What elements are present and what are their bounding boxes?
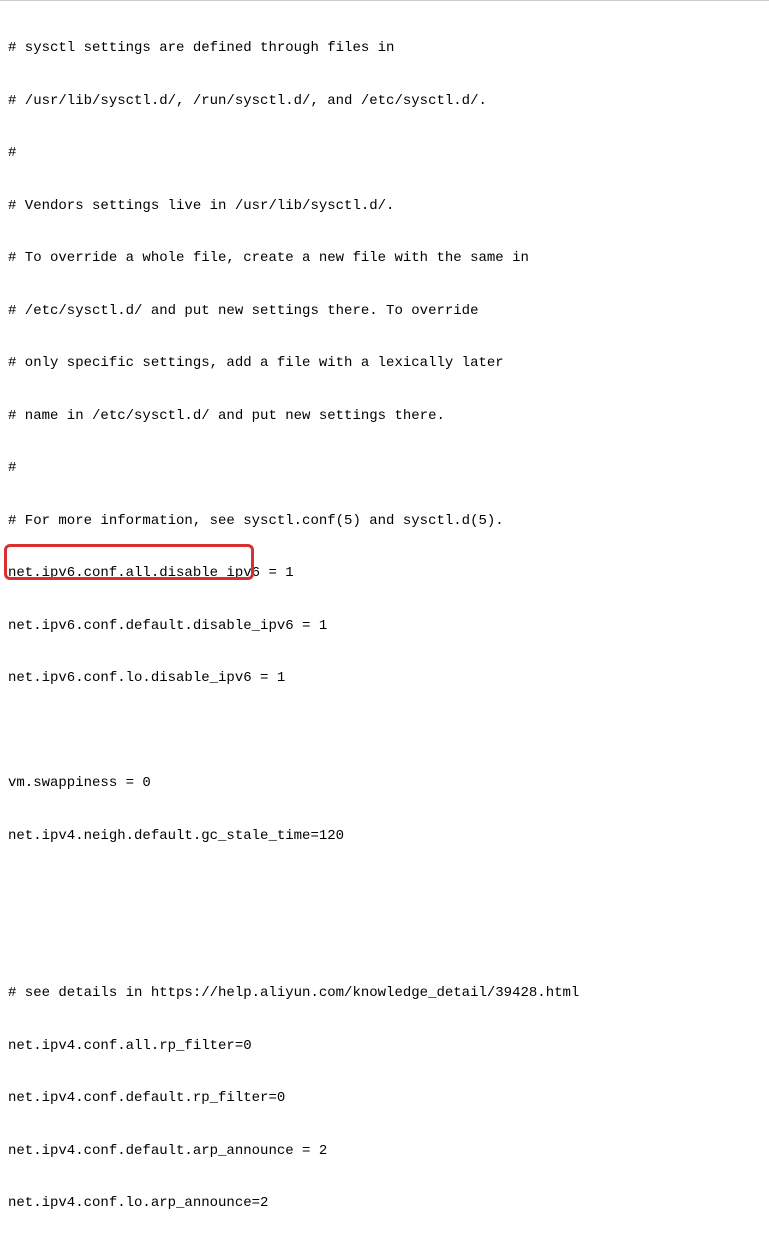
terminal-editor-content[interactable]: # sysctl settings are defined through fi… — [0, 1, 769, 1248]
config-line: net.ipv4.conf.lo.arp_announce=2 — [8, 1195, 761, 1213]
config-line: net.ipv6.conf.all.disable_ipv6 = 1 — [8, 565, 761, 583]
config-line: # sysctl settings are defined through fi… — [8, 40, 761, 58]
config-line: # — [8, 145, 761, 163]
config-line: # only specific settings, add a file wit… — [8, 355, 761, 373]
config-line: # Vendors settings live in /usr/lib/sysc… — [8, 198, 761, 216]
config-line: # — [8, 460, 761, 478]
config-line: # /usr/lib/sysctl.d/, /run/sysctl.d/, an… — [8, 93, 761, 111]
config-line: net.ipv4.conf.all.rp_filter=0 — [8, 1038, 761, 1056]
config-line — [8, 933, 761, 951]
config-line: net.ipv6.conf.lo.disable_ipv6 = 1 — [8, 670, 761, 688]
config-line: net.ipv4.conf.default.rp_filter=0 — [8, 1090, 761, 1108]
config-line: # For more information, see sysctl.conf(… — [8, 513, 761, 531]
config-line: net.ipv4.conf.default.arp_announce = 2 — [8, 1143, 761, 1161]
config-line — [8, 723, 761, 741]
config-line: # name in /etc/sysctl.d/ and put new set… — [8, 408, 761, 426]
config-line: net.ipv4.neigh.default.gc_stale_time=120 — [8, 828, 761, 846]
config-line — [8, 880, 761, 898]
config-line: # /etc/sysctl.d/ and put new settings th… — [8, 303, 761, 321]
config-line: vm.swappiness = 0 — [8, 775, 761, 793]
config-line: net.ipv6.conf.default.disable_ipv6 = 1 — [8, 618, 761, 636]
config-line: # To override a whole file, create a new… — [8, 250, 761, 268]
config-line: # see details in https://help.aliyun.com… — [8, 985, 761, 1003]
